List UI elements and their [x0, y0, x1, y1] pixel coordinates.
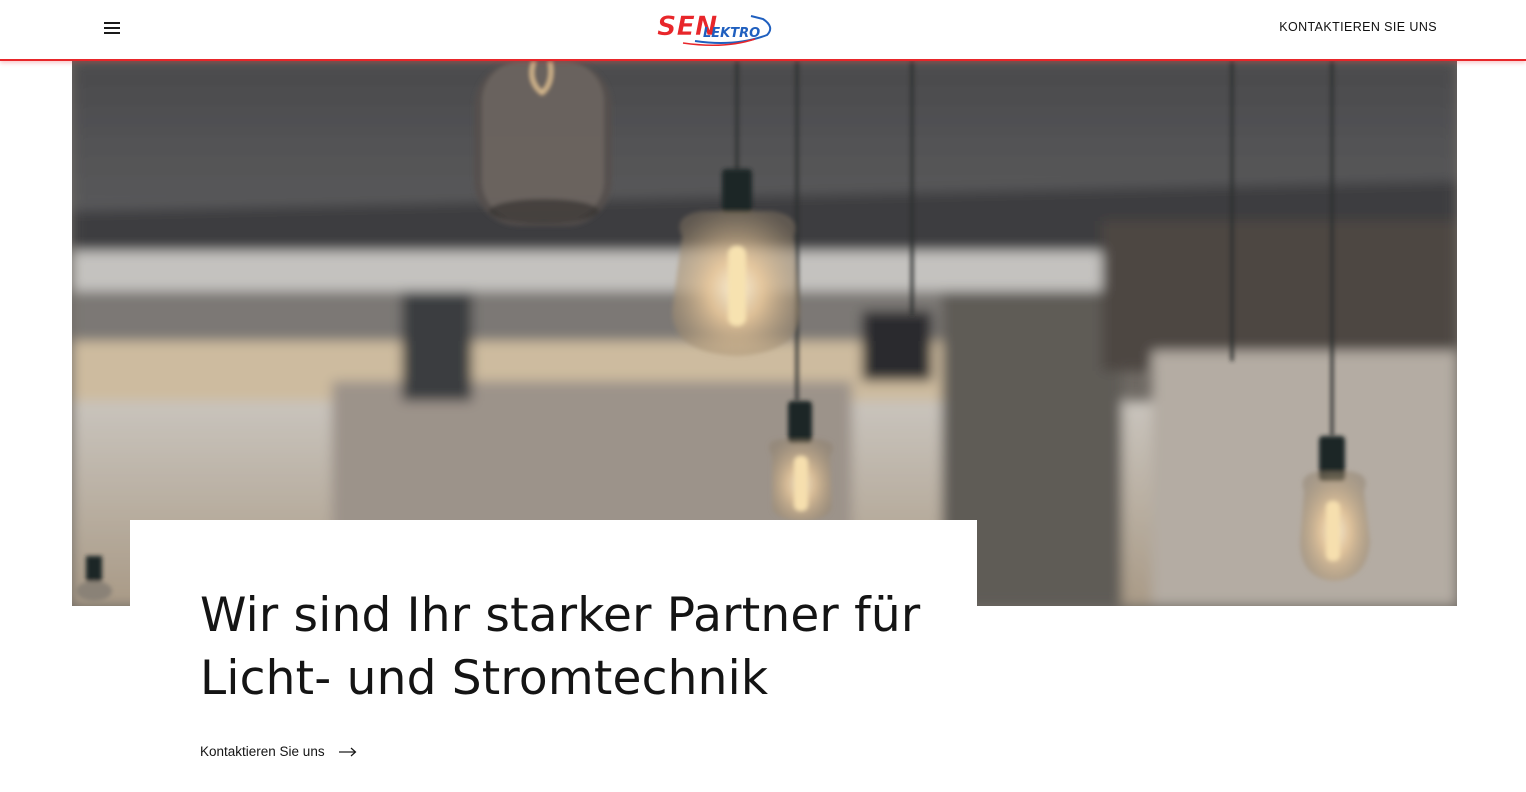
site-logo[interactable]: SEN LEKTRO [655, 7, 775, 47]
site-header: SEN LEKTRO KONTAKTIEREN SIE UNS [0, 0, 1526, 61]
hero-contact-link[interactable]: Kontaktieren Sie uns [200, 744, 357, 759]
logo-mark: SEN LEKTRO [657, 11, 772, 46]
hero-contact-link-label: Kontaktieren Sie uns [200, 744, 325, 759]
hero-title-line2: Licht- und Stromtechnik [200, 651, 769, 706]
hero-title-line1: Wir sind Ihr starker Partner für [200, 588, 921, 643]
header-contact-link[interactable]: KONTAKTIEREN SIE UNS [1279, 20, 1437, 34]
arrow-right-icon [338, 747, 356, 756]
hero-card: Wir sind Ihr starker Partner für Licht- … [130, 520, 977, 792]
hamburger-menu-icon[interactable] [100, 17, 124, 39]
hero-title: Wir sind Ihr starker Partner für Licht- … [200, 584, 960, 710]
logo-text-secondary: LEKTRO [703, 26, 760, 41]
